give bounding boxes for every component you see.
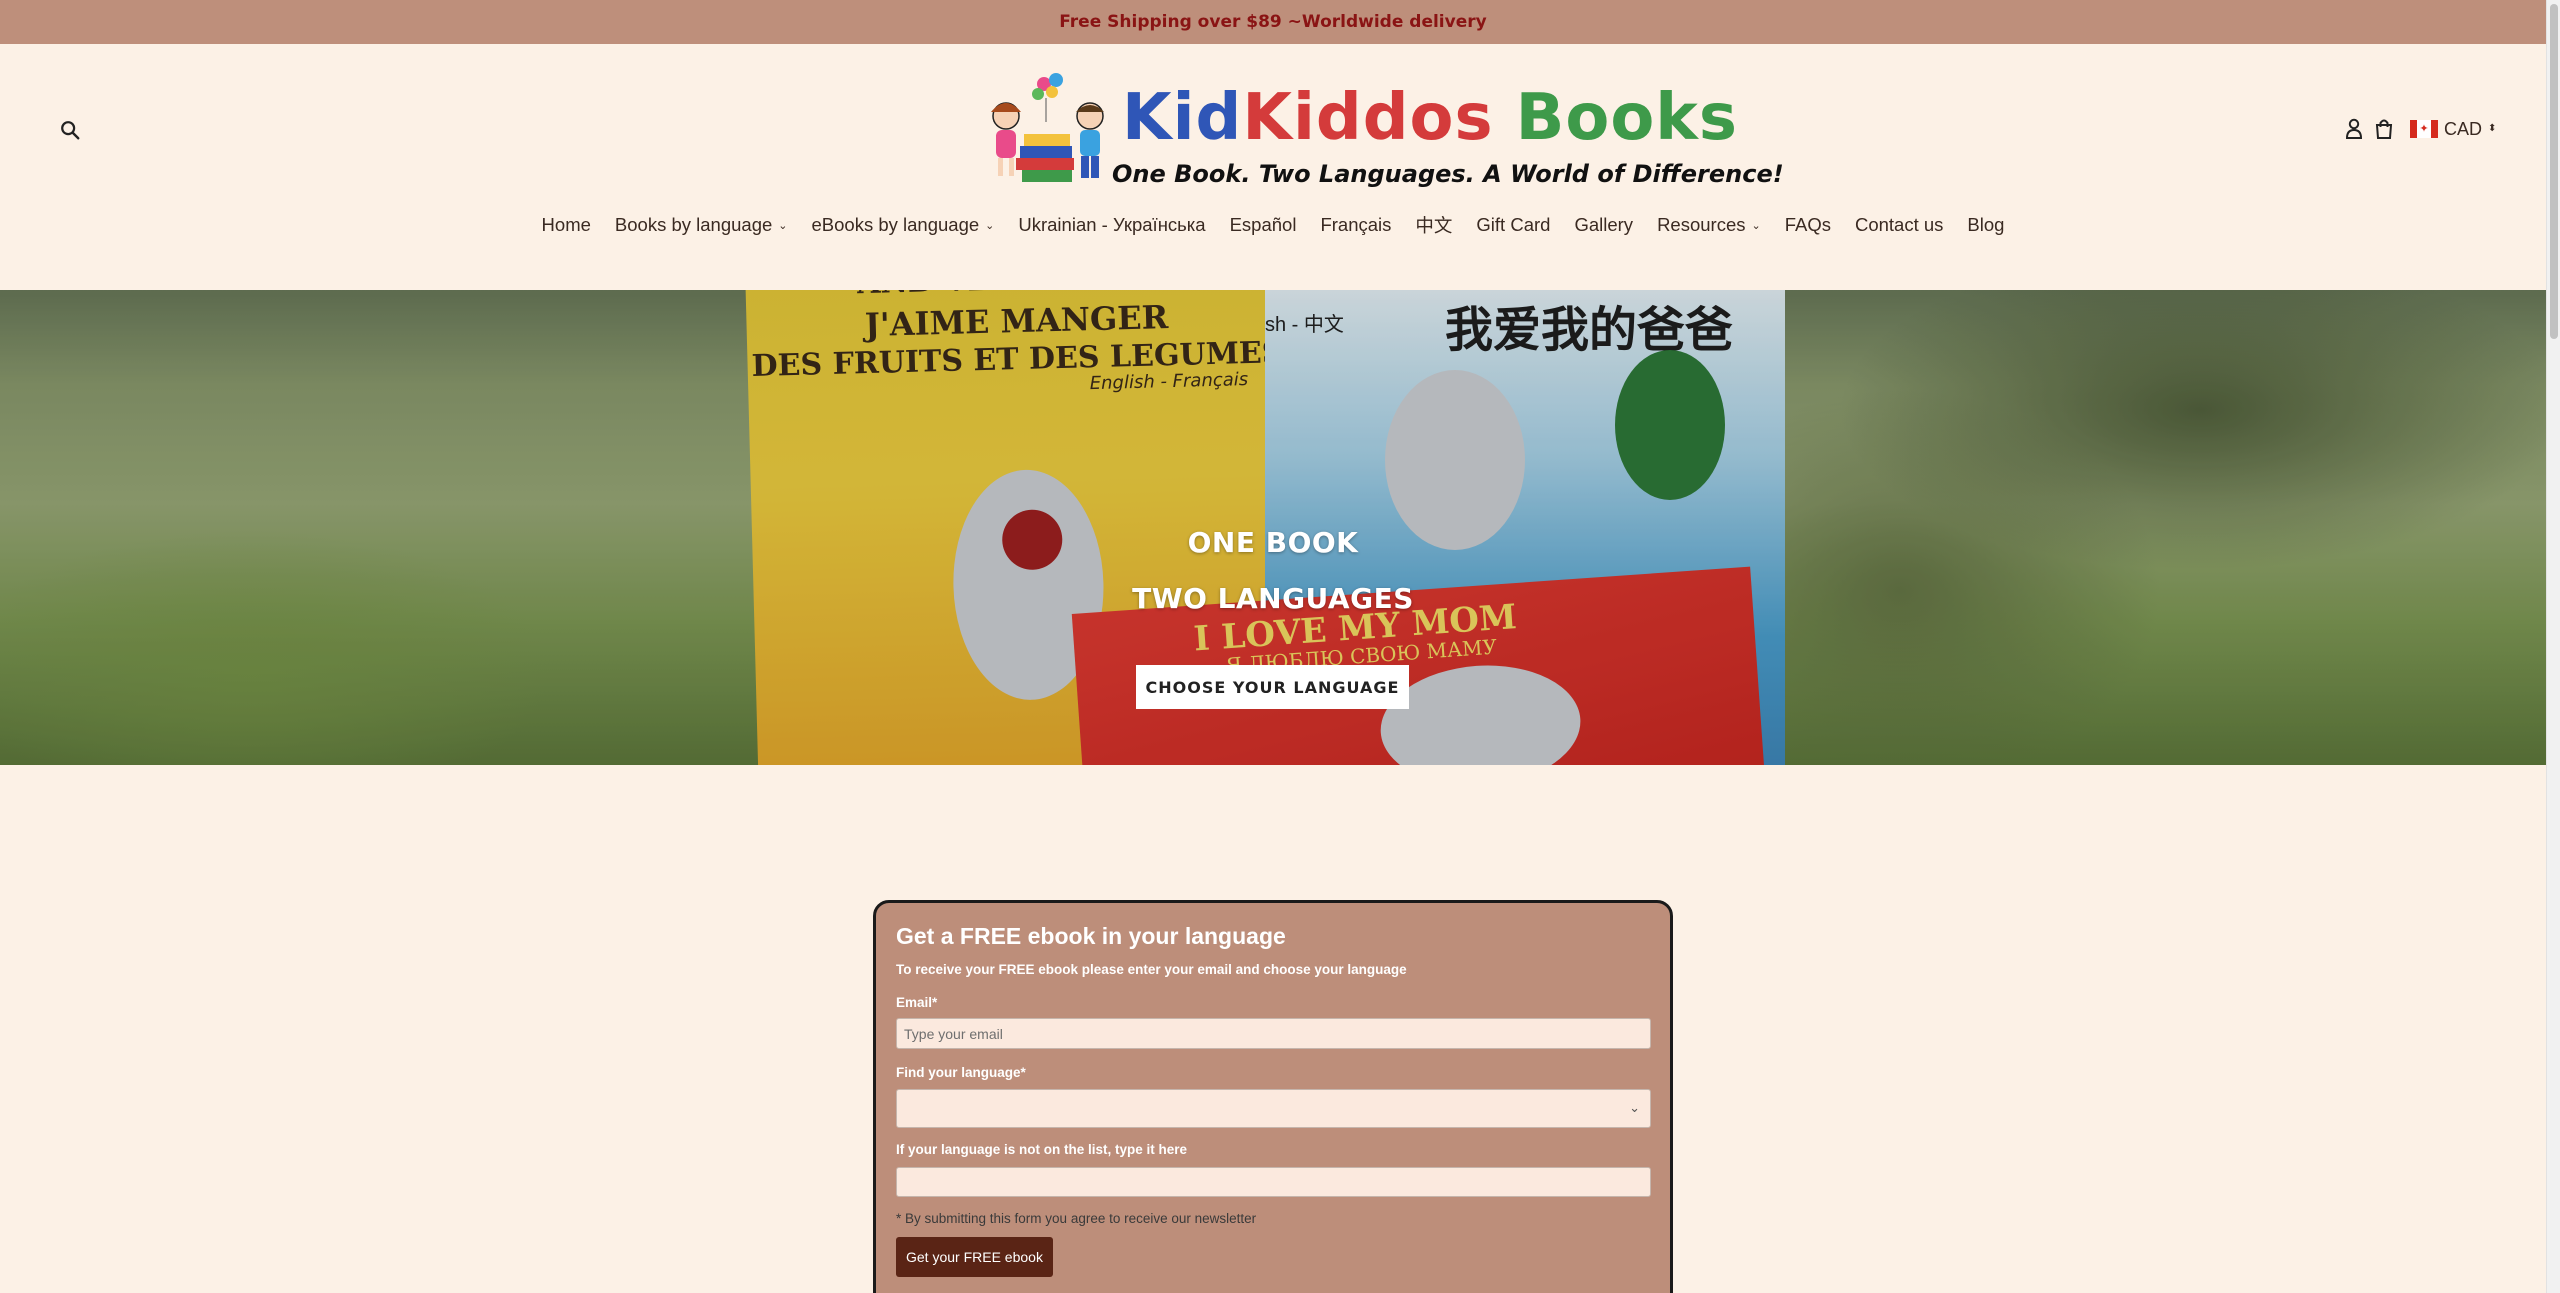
currency-code: CAD	[2444, 118, 2483, 139]
nav-item-blog[interactable]: Blog	[1967, 214, 2004, 236]
search-button[interactable]	[56, 117, 84, 145]
language-select[interactable]: ⌄	[896, 1089, 1651, 1128]
announcement-text: Free Shipping over $89 ~Worldwide delive…	[1059, 12, 1487, 32]
chevron-down-icon: ⌄	[985, 219, 995, 232]
main-navigation: Home Books by language ⌄ eBooks by langua…	[0, 210, 2546, 240]
search-icon	[61, 120, 80, 139]
nav-item-faqs[interactable]: FAQs	[1785, 214, 1831, 236]
form-subtitle: To receive your FREE ebook please enter …	[896, 962, 1407, 977]
nav-item-francais[interactable]: Français	[1320, 214, 1391, 236]
logo-kids-illustration	[991, 73, 1104, 182]
nav-item-ukrainian[interactable]: Ukrainian - Українська	[1018, 214, 1205, 236]
nav-item-gift-card[interactable]: Gift Card	[1476, 214, 1550, 236]
sort-caret-icon: ⬍	[2488, 123, 2497, 134]
nav-item-espanol[interactable]: Español	[1230, 214, 1297, 236]
nav-item-ebooks-by-language[interactable]: eBooks by language ⌄	[812, 214, 995, 236]
site-logo[interactable]: KidKiddos Books One Book. Two Languages. …	[970, 68, 1784, 194]
logo-tagline: One Book. Two Languages. A World of Diff…	[1112, 160, 1784, 188]
chevron-down-icon: ⌄	[778, 219, 788, 232]
hero-heading-line1: ONE BOOK	[1187, 526, 1359, 559]
nav-item-contact-us[interactable]: Contact us	[1855, 214, 1943, 236]
page-scrollbar[interactable]	[2546, 0, 2560, 1293]
cart-button[interactable]	[2372, 115, 2396, 143]
language-label: Find your language*	[896, 1065, 1026, 1080]
announcement-bar: Free Shipping over $89 ~Worldwide delive…	[0, 0, 2546, 44]
chevron-down-icon: ⌄	[1629, 1100, 1640, 1115]
canada-flag-icon: ✦	[2410, 120, 2438, 138]
choose-language-button[interactable]: CHOOSE YOUR LANGUAGE	[1136, 665, 1409, 709]
other-language-label: If your language is not on the list, typ…	[896, 1142, 1188, 1157]
currency-selector[interactable]: ✦ CAD ⬍	[2410, 119, 2496, 140]
nav-item-home[interactable]: Home	[542, 214, 591, 236]
nav-item-chinese[interactable]: 中文	[1415, 212, 1452, 238]
hero-heading-line2: TWO LANGUAGES	[1132, 582, 1414, 615]
nav-item-gallery[interactable]: Gallery	[1574, 214, 1633, 236]
get-free-ebook-button[interactable]: Get your FREE ebook	[896, 1237, 1053, 1277]
account-icon	[2345, 118, 2363, 139]
account-button[interactable]	[2342, 115, 2366, 143]
newsletter-disclaimer: * By submitting this form you agree to r…	[896, 1211, 1257, 1226]
scrollbar-thumb[interactable]	[2550, 4, 2558, 339]
header-actions: ✦ CAD ⬍	[2342, 114, 2496, 144]
form-title: Get a FREE ebook in your language	[896, 923, 1286, 949]
nav-item-resources[interactable]: Resources ⌄	[1657, 214, 1761, 236]
cart-icon	[2375, 119, 2393, 139]
email-field[interactable]	[896, 1018, 1651, 1049]
free-ebook-signup-form: Get a FREE ebook in your language To rec…	[873, 900, 1673, 1293]
hero-banner: AND VEGETABLES J'AIME MANGER DES FRUITS …	[0, 290, 2546, 765]
logo-wordmark: KidKiddos Books	[1122, 81, 1738, 155]
email-label: Email*	[896, 995, 938, 1010]
other-language-field[interactable]	[896, 1167, 1651, 1197]
chevron-down-icon: ⌄	[1751, 219, 1761, 232]
nav-item-books-by-language[interactable]: Books by language ⌄	[615, 214, 788, 236]
